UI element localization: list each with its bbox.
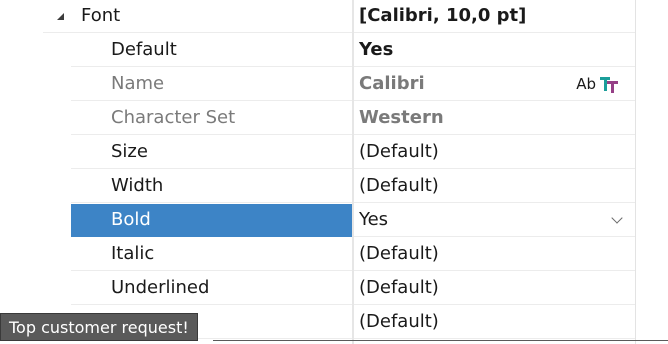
property-name-cell[interactable]: Name [71,68,352,101]
property-label: Size [111,141,148,162]
font-picker-button[interactable]: Ab [576,74,619,94]
property-value: Yes [359,39,394,60]
property-value-cell[interactable]: Calibri Ab [354,68,635,101]
property-label: Default [111,39,177,60]
property-label: Width [111,175,164,196]
property-name-cell[interactable]: Default [71,34,352,67]
chevron-down-icon[interactable] [611,212,623,224]
property-row-name[interactable]: Name Calibri Ab [43,68,635,102]
collapse-triangle-icon[interactable] [57,13,64,20]
font-picker-text: Ab [576,75,596,93]
category-value-cell[interactable]: [Calibri, 10,0 pt] [354,0,635,33]
property-value-cell[interactable]: (Default) [354,170,635,203]
property-row-bold[interactable]: Bold Yes [43,204,635,238]
property-value-cell[interactable]: Western [354,102,635,135]
category-font[interactable]: Font [Calibri, 10,0 pt] [43,0,635,34]
property-value: (Default) [359,277,439,298]
property-grid: Font [Calibri, 10,0 pt] Default Yes Name… [43,0,636,344]
property-value-cell[interactable]: (Default) [354,238,635,271]
property-row-width[interactable]: Width (Default) [43,170,635,204]
category-value: [Calibri, 10,0 pt] [359,5,527,26]
property-value: (Default) [359,243,439,264]
property-label: Character Set [111,107,236,128]
font-picker-icon [600,77,618,93]
property-label: Bold [111,209,151,230]
property-name-cell[interactable]: Character Set [71,102,352,135]
property-value: Western [359,107,444,128]
property-row-underlined[interactable]: Underlined (Default) [43,272,635,306]
property-value-cell[interactable]: Yes [354,34,635,67]
tooltip: Top customer request! [0,313,198,341]
property-name-cell[interactable]: Bold [71,204,352,237]
property-value: Calibri [359,73,425,94]
property-label: Underlined [111,277,210,298]
property-value: (Default) [359,141,439,162]
property-row-size[interactable]: Size (Default) [43,136,635,170]
property-value: (Default) [359,175,439,196]
property-row-italic[interactable]: Italic (Default) [43,238,635,272]
property-label: Name [111,73,165,94]
property-value: (Default) [359,311,439,332]
category-name-cell[interactable]: Font [43,0,352,33]
property-name-cell[interactable]: Italic [71,238,352,271]
property-label: Italic [111,243,155,264]
property-value: Yes [359,209,389,230]
property-name-cell[interactable]: Underlined [71,272,352,305]
property-value-dropdown[interactable]: Yes [354,204,635,237]
property-value-cell[interactable]: (Default) [354,272,635,305]
property-row-character-set[interactable]: Character Set Western [43,102,635,136]
tooltip-underline [213,340,668,341]
property-name-cell[interactable]: Size [71,136,352,169]
property-row-default[interactable]: Default Yes [43,34,635,68]
property-name-cell[interactable]: Width [71,170,352,203]
property-value-cell[interactable]: (Default) [354,306,635,339]
property-value-cell[interactable]: (Default) [354,136,635,169]
category-label: Font [81,5,121,26]
